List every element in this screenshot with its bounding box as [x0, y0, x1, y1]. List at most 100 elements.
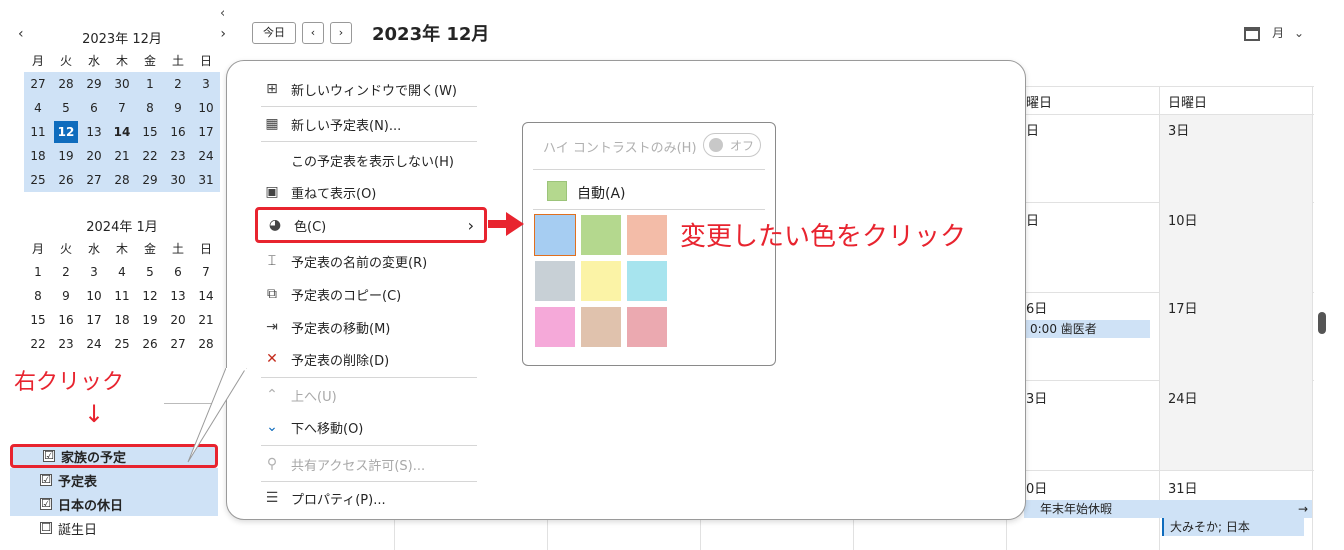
- day-cell[interactable]: 18: [108, 313, 136, 327]
- day-cell[interactable]: 30: [164, 173, 192, 187]
- day-cell[interactable]: 24: [80, 337, 108, 351]
- color-swatch[interactable]: [581, 261, 621, 301]
- color-swatch[interactable]: [535, 307, 575, 347]
- day-cell[interactable]: 12: [136, 289, 164, 303]
- day-cell[interactable]: 4: [108, 265, 136, 279]
- today-cell[interactable]: 12: [54, 121, 78, 143]
- checkbox[interactable]: ☑: [40, 474, 52, 486]
- event-year-end-holiday[interactable]: 年末年始休暇 →: [1024, 500, 1312, 518]
- checkbox[interactable]: ☑: [43, 450, 55, 462]
- day-cell[interactable]: 26: [136, 337, 164, 351]
- day-cell[interactable]: 23: [52, 337, 80, 351]
- day-cell[interactable]: 21: [192, 313, 220, 327]
- day-cell[interactable]: 30: [108, 77, 136, 91]
- calendar-item-calendar[interactable]: ☑ 予定表: [10, 468, 218, 492]
- day-cell[interactable]: 13: [80, 125, 108, 139]
- day-cell[interactable]: 4: [24, 101, 52, 115]
- day-cell[interactable]: 22: [24, 337, 52, 351]
- menu-item-hide-calendar[interactable]: この予定表を表示しない(H): [261, 145, 475, 175]
- event-dentist[interactable]: 0:00 歯医者: [1024, 320, 1150, 338]
- day-cell[interactable]: 27: [24, 77, 52, 91]
- menu-item-properties[interactable]: ☰ プロパティ(P)...: [261, 483, 475, 513]
- day-cell[interactable]: 9: [52, 289, 80, 303]
- day-cell[interactable]: 11: [108, 289, 136, 303]
- day-cell[interactable]: 6: [164, 265, 192, 279]
- color-swatch[interactable]: [627, 307, 667, 347]
- next-month-icon[interactable]: ›: [220, 26, 226, 42]
- day-cell[interactable]: 27: [164, 337, 192, 351]
- day-cell[interactable]: 27: [80, 173, 108, 187]
- day-cell[interactable]: 3: [192, 77, 220, 91]
- day-cell[interactable]: 21: [108, 149, 136, 163]
- today-button[interactable]: 今日: [252, 22, 296, 44]
- day-cell[interactable]: 19: [136, 313, 164, 327]
- cell-day[interactable]: 日: [1026, 120, 1039, 139]
- cell-day[interactable]: 17日: [1168, 298, 1198, 317]
- day-cell[interactable]: 8: [136, 101, 164, 115]
- day-cell[interactable]: 25: [24, 173, 52, 187]
- day-cell[interactable]: 11: [24, 125, 52, 139]
- day-cell[interactable]: 16: [164, 125, 192, 139]
- cell-day[interactable]: 31日: [1168, 478, 1198, 497]
- day-cell[interactable]: 1: [136, 77, 164, 91]
- day-cell[interactable]: 1: [24, 265, 52, 279]
- day-cell[interactable]: 28: [52, 77, 80, 91]
- day-cell[interactable]: 5: [136, 265, 164, 279]
- day-cell[interactable]: 19: [52, 149, 80, 163]
- view-switcher[interactable]: 月 ⌄: [1244, 24, 1304, 41]
- color-swatch[interactable]: [581, 215, 621, 255]
- day-cell[interactable]: 2: [52, 265, 80, 279]
- menu-item-overlay[interactable]: ▣ 重ねて表示(O): [261, 177, 475, 207]
- next-month-button[interactable]: ›: [330, 22, 352, 44]
- day-cell[interactable]: 28: [108, 173, 136, 187]
- day-cell[interactable]: 14: [192, 289, 220, 303]
- collapse-pane-icon[interactable]: ‹: [220, 6, 225, 21]
- day-cell[interactable]: 29: [80, 77, 108, 91]
- day-cell[interactable]: 10: [192, 101, 220, 115]
- auto-color-swatch[interactable]: [547, 181, 567, 201]
- day-cell[interactable]: 23: [164, 149, 192, 163]
- scrollbar-thumb[interactable]: [1318, 312, 1326, 334]
- prev-month-button[interactable]: ‹: [302, 22, 324, 44]
- day-cell[interactable]: 3: [80, 265, 108, 279]
- calendar-item-birthdays[interactable]: ☐ 誕生日: [10, 516, 218, 540]
- cell-day[interactable]: 10日: [1168, 210, 1198, 229]
- menu-item-open-new-window[interactable]: ⊞ 新しいウィンドウで開く(W): [261, 74, 475, 104]
- day-cell[interactable]: 31: [192, 173, 220, 187]
- menu-item-new-calendar[interactable]: ▦ 新しい予定表(N)...: [261, 109, 475, 139]
- day-cell[interactable]: 8: [24, 289, 52, 303]
- cell-day[interactable]: 0日: [1026, 478, 1047, 497]
- day-cell[interactable]: 25: [108, 337, 136, 351]
- color-swatch[interactable]: [627, 261, 667, 301]
- day-cell[interactable]: 24: [192, 149, 220, 163]
- color-swatch[interactable]: [535, 261, 575, 301]
- day-cell[interactable]: 7: [192, 265, 220, 279]
- event-new-years-eve[interactable]: 大みそか; 日本: [1162, 518, 1304, 536]
- cell-day[interactable]: 3日: [1168, 120, 1189, 139]
- menu-item-delete[interactable]: ✕ 予定表の削除(D): [261, 344, 475, 374]
- day-cell[interactable]: 15: [24, 313, 52, 327]
- auto-color-label[interactable]: 自動(A): [577, 183, 626, 203]
- calendar-item-holidays[interactable]: ☑ 日本の休日: [10, 492, 218, 516]
- cell-day[interactable]: 6日: [1026, 298, 1047, 317]
- day-cell[interactable]: 13: [164, 289, 192, 303]
- color-swatch[interactable]: [534, 214, 576, 256]
- menu-item-move-down[interactable]: ⌄ 下へ移動(O): [261, 412, 475, 442]
- day-cell[interactable]: 26: [52, 173, 80, 187]
- checkbox[interactable]: ☑: [40, 498, 52, 510]
- cell-day[interactable]: 3日: [1026, 388, 1047, 407]
- day-cell[interactable]: 20: [164, 313, 192, 327]
- day-cell[interactable]: 17: [192, 125, 220, 139]
- prev-month-icon[interactable]: ‹: [18, 26, 24, 42]
- day-cell[interactable]: 16: [52, 313, 80, 327]
- day-cell[interactable]: 14: [108, 125, 136, 139]
- menu-item-copy[interactable]: ⧉ 予定表のコピー(C): [261, 279, 475, 309]
- color-swatch[interactable]: [581, 307, 621, 347]
- menu-item-rename[interactable]: ⌶ 予定表の名前の変更(R): [261, 246, 475, 276]
- menu-item-move[interactable]: ⇥ 予定表の移動(M): [261, 312, 475, 342]
- day-cell[interactable]: 28: [192, 337, 220, 351]
- checkbox[interactable]: ☐: [40, 522, 52, 534]
- day-cell[interactable]: 20: [80, 149, 108, 163]
- day-cell[interactable]: 5: [52, 101, 80, 115]
- menu-item-color[interactable]: ◕ 色(C) ›: [255, 207, 487, 243]
